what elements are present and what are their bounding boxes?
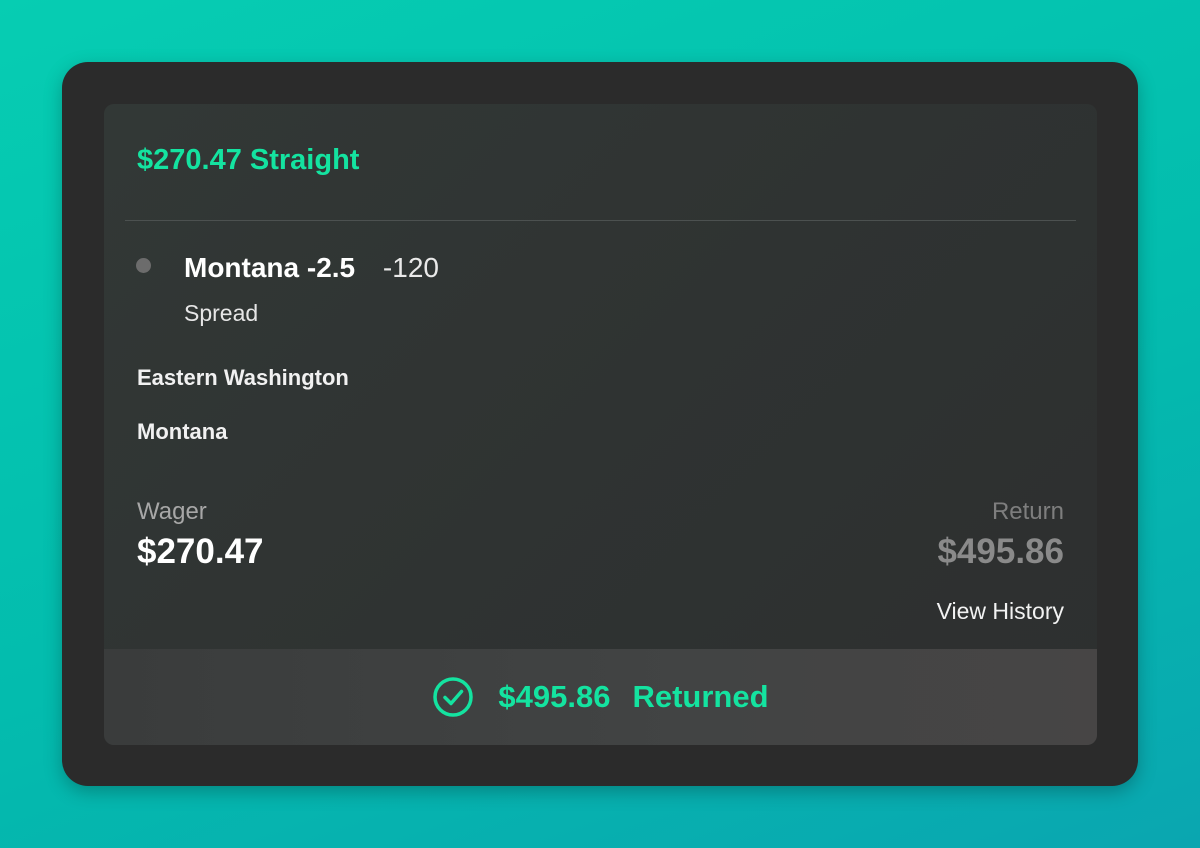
header-divider — [125, 220, 1076, 221]
return-label: Return — [991, 498, 1064, 525]
selection-team-line: Montana -2.5 — [184, 252, 356, 283]
bet-slip-card: $270.47 Straight Montana -2.5 -120 Sprea… — [104, 104, 1097, 745]
wager-label: Wager — [137, 498, 207, 525]
view-history-link[interactable]: View History — [937, 598, 1064, 625]
return-amount: $495.86 — [937, 532, 1064, 571]
wager-amount: $270.47 — [137, 532, 264, 571]
returned-amount: $495.86 — [498, 679, 611, 714]
bet-window: $270.47 Straight Montana -2.5 -120 Sprea… — [62, 62, 1138, 786]
returned-status: Returned — [632, 679, 769, 714]
check-circle-icon — [432, 676, 474, 718]
market-type: Spread — [184, 300, 259, 326]
leg-status-dot — [136, 258, 151, 273]
home-team: Montana — [137, 419, 228, 444]
selection-line: Montana -2.5 -120 — [184, 251, 439, 285]
selection-odds: -120 — [382, 252, 439, 283]
bet-title: $270.47 Straight — [137, 144, 360, 176]
settlement-banner: $495.86 Returned — [104, 649, 1097, 745]
away-team: Eastern Washington — [137, 365, 349, 390]
